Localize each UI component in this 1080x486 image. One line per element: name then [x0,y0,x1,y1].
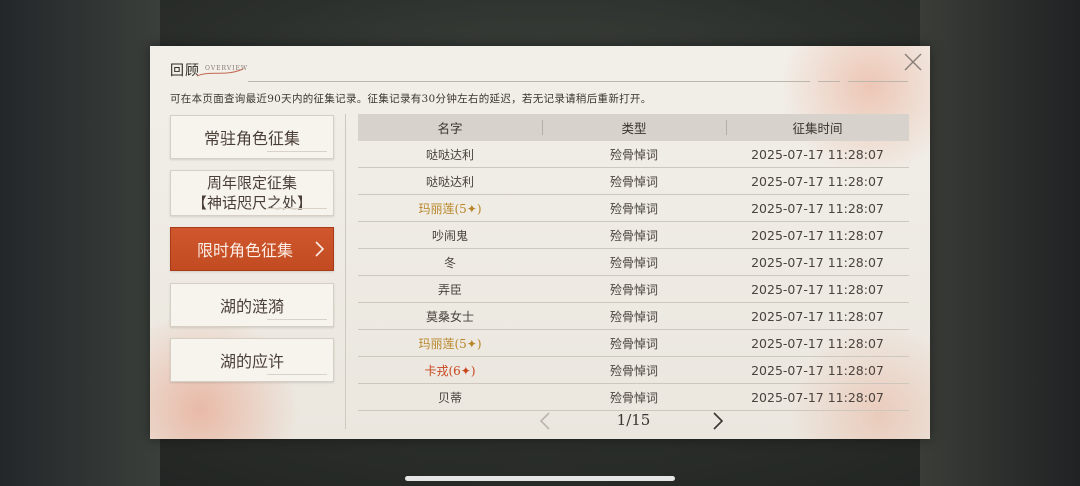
cell-time: 2025-07-17 11:28:07 [751,389,884,405]
cell-name: 吵闹鬼 [431,228,468,243]
table-body: 哒哒达利 殓骨悼词 2025-07-17 11:28:07 哒哒达利 殓骨悼词 2025-… [358,141,909,411]
cell-type: 殓骨悼词 [609,390,658,405]
cell-type: 殓骨悼词 [609,228,658,243]
cell-time: 2025-07-17 11:28:07 [751,254,884,270]
sidebar-item-label: 湖的应许 [219,352,284,371]
table-row: 卡戎(6✦) 殓骨悼词 2025-07-17 11:28:07 [358,357,909,384]
table-row: 玛丽莲(5✦) 殓骨悼词 2025-07-17 11:28:07 [358,330,909,357]
table-row: 吵闹鬼 殓骨悼词 2025-07-17 11:28:07 [358,222,909,249]
title-divider [248,81,810,82]
table-row: 冬 殓骨悼词 2025-07-17 11:28:07 [358,249,909,276]
page-indicator: 1/15 [616,411,651,429]
cell-name: 玛丽莲(5✦) [418,336,482,351]
notice-text: 可在本页面查询最近90天内的征集记录。征集记录有30分钟左右的延迟，若无记录请稍… [170,93,652,105]
chevron-right-icon [315,241,325,257]
cell-time: 2025-07-17 11:28:07 [751,146,884,162]
title-swoosh-decoration [196,68,244,77]
cell-time: 2025-07-17 11:28:07 [751,281,884,297]
cell-type: 殓骨悼词 [609,255,658,270]
sidebar-divider [345,114,346,429]
cell-type: 殓骨悼词 [609,336,658,351]
cell-type: 殓骨悼词 [609,147,658,162]
cell-type: 殓骨悼词 [609,201,658,216]
cell-time: 2025-07-17 11:28:07 [751,200,884,216]
table-row: 哒哒达利 殓骨悼词 2025-07-17 11:28:07 [358,168,909,195]
column-header-time: 征集时间 [792,121,843,136]
sidebar-item-ripples[interactable]: 湖的涟漪 [170,283,334,327]
sidebar-item-promise[interactable]: 湖的应许 [170,338,334,382]
cell-time: 2025-07-17 11:28:07 [751,362,884,378]
sidebar-item-label: 湖的涟漪 [219,297,284,316]
sidebar-item-anniversary[interactable]: 周年限定征集 【神话咫尺之处】 [170,170,334,216]
cell-time: 2025-07-17 11:28:07 [751,227,884,243]
cell-name: 贝蒂 [437,390,462,405]
sidebar-item-limited[interactable]: 限时角色征集 [170,227,334,271]
sidebar-item-label: 常驻角色征集 [203,129,300,148]
history-panel: 回顾 OVERVIEW 可在本页面查询最近90天内的征集记录。征集记录有30分钟… [150,46,930,439]
cell-time: 2025-07-17 11:28:07 [751,173,884,189]
table-header: 名字 类型 征集时间 [358,114,909,141]
chevron-right-icon[interactable] [711,410,725,432]
column-header-name: 名字 [437,121,463,136]
background-left [0,0,160,486]
cell-type: 殓骨悼词 [609,282,658,297]
cell-name: 哒哒达利 [425,174,474,189]
table-row: 莫桑女士 殓骨悼词 2025-07-17 11:28:07 [358,303,909,330]
cell-type: 殓骨悼词 [609,309,658,324]
sidebar-item-label: 限时角色征集 [196,241,293,260]
cell-time: 2025-07-17 11:28:07 [751,308,884,324]
table-row: 玛丽莲(5✦) 殓骨悼词 2025-07-17 11:28:07 [358,195,909,222]
table-row: 弄臣 殓骨悼词 2025-07-17 11:28:07 [358,276,909,303]
sidebar-item-label: 周年限定征集 [206,174,297,192]
records-table: 名字 类型 征集时间 哒哒达利 殓骨悼词 2025-07-17 11:28:07 哒哒… [358,114,909,411]
home-indicator[interactable] [405,476,675,481]
cell-name: 冬 [443,255,456,270]
pagination: 1/15 [358,406,909,436]
sidebar-item-standard[interactable]: 常驻角色征集 [170,115,334,159]
cell-name: 哒哒达利 [425,147,474,162]
column-header-type: 类型 [621,121,647,136]
close-icon[interactable] [902,51,924,73]
cell-time: 2025-07-17 11:28:07 [751,335,884,351]
cell-name: 弄臣 [437,282,462,297]
background-right [920,0,1080,486]
cell-name: 卡戎(6✦) [424,363,476,378]
table-row: 哒哒达利 殓骨悼词 2025-07-17 11:28:07 [358,141,909,168]
cell-type: 殓骨悼词 [609,174,658,189]
cell-name: 玛丽莲(5✦) [418,201,482,216]
cell-type: 殓骨悼词 [609,363,658,378]
cell-name: 莫桑女士 [425,309,474,324]
